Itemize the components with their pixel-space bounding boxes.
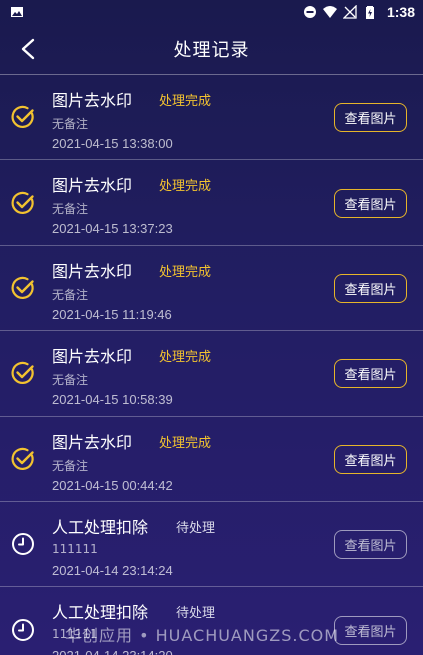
record-list: 图片去水印 处理完成 无备注 2021-04-15 13:38:00 查看图片 图片去水印… xyxy=(0,74,423,655)
record-note: 111111 xyxy=(52,541,98,556)
record-time: 2021-04-15 10:58:39 xyxy=(52,392,173,408)
check-circle-icon xyxy=(10,446,36,472)
record-row: 图片去水印 处理完成无备注 2021-04-15 10:58:39 查看图片 xyxy=(0,330,423,415)
watermark-text: 华创应用 • HUACHUANGZS.COM xyxy=(65,626,340,645)
view-image-button[interactable]: 查看图片 xyxy=(334,103,407,133)
back-arrow-icon xyxy=(21,38,35,60)
check-circle-icon xyxy=(10,104,36,130)
check-circle-icon xyxy=(10,190,36,216)
battery-icon xyxy=(365,6,374,19)
record-title: 图片去水印 xyxy=(52,176,133,196)
status-time: 1:38 xyxy=(386,4,415,20)
record-time: 2021-04-15 13:37:23 xyxy=(52,221,173,237)
check-circle-icon xyxy=(10,360,36,386)
record-time: 2021-04-14 23:14:20 xyxy=(52,648,173,655)
back-button[interactable] xyxy=(14,35,42,63)
record-title: 图片去水印 xyxy=(52,432,133,452)
record-status: 处理完成 xyxy=(159,435,212,451)
status-right: 1:38 xyxy=(303,4,415,20)
record-time: 2021-04-15 11:19:46 xyxy=(52,306,172,322)
record-title: 图片去水印 xyxy=(52,261,133,281)
record-row: 图片去水印 处理完成无备注 2021-04-15 13:38:00 查看图片 xyxy=(0,74,423,159)
clock-icon xyxy=(10,531,36,557)
view-image-button[interactable]: 查看图片 xyxy=(334,188,407,218)
record-status: 处理完成 xyxy=(159,179,212,195)
status-left xyxy=(10,5,24,19)
record-time: 2021-04-15 13:38:00 xyxy=(52,136,173,151)
record-status: 待处理 xyxy=(176,520,216,536)
record-status: 处理完成 xyxy=(159,350,212,366)
check-circle-icon xyxy=(10,275,36,301)
no-signal-icon xyxy=(342,5,357,19)
record-row: 图片去水印 处理完成无备注 2021-04-15 13:37:23 查看图片 xyxy=(0,159,423,244)
page-title: 处理记录 xyxy=(173,40,250,61)
record-time: 2021-04-15 00:44:42 xyxy=(52,477,173,493)
record-title: 人工处理扣除 xyxy=(52,603,149,623)
record-status: 处理完成 xyxy=(159,264,212,280)
record-note: 无备注 xyxy=(52,117,89,131)
wifi-icon xyxy=(322,6,337,18)
view-image-button[interactable]: 查看图片 xyxy=(334,530,407,560)
view-image-button[interactable]: 查看图片 xyxy=(334,273,407,303)
header: 处理记录 xyxy=(0,24,423,74)
status-bar: 1:38 xyxy=(0,0,423,24)
record-row: 图片去水印 处理完成无备注 2021-04-15 00:44:42 查看图片 xyxy=(0,415,423,501)
view-image-button[interactable]: 查看图片 xyxy=(334,359,407,389)
record-status: 待处理 xyxy=(176,606,216,622)
record-title: 人工处理扣除 xyxy=(52,517,149,537)
record-note: 无备注 xyxy=(52,373,89,388)
record-row: 图片去水印 处理完成无备注 2021-04-15 11:19:46 查看图片 xyxy=(0,244,423,330)
record-row: 人工处理扣除 待处理 111111 2021-04-14 23:14:24 查看图片 xyxy=(0,500,423,586)
record-title: 图片去水印 xyxy=(52,347,133,367)
record-note: 无备注 xyxy=(52,202,89,217)
clock-icon xyxy=(10,617,36,643)
dnd-icon xyxy=(303,6,316,18)
record-time: 2021-04-14 23:14:24 xyxy=(52,562,173,578)
image-notification-icon xyxy=(11,7,23,17)
view-image-button[interactable]: 查看图片 xyxy=(334,615,407,645)
record-status: 处理完成 xyxy=(159,94,212,109)
view-image-button[interactable]: 查看图片 xyxy=(334,444,407,474)
record-note: 无备注 xyxy=(52,458,89,473)
record-title: 图片去水印 xyxy=(52,91,133,110)
record-note: 无备注 xyxy=(52,287,89,302)
